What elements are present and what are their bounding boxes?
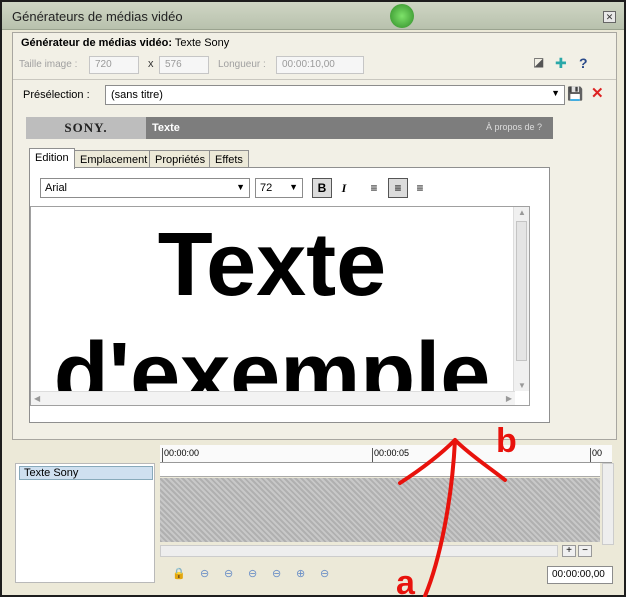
scroll-thumb[interactable] <box>516 221 527 361</box>
last-keyframe-icon[interactable]: ⊖ <box>272 567 281 580</box>
track-item[interactable]: Texte Sony <box>19 466 153 480</box>
preset-row: Présélection : (sans titre) ▼ 💾 ✕ <box>23 85 608 107</box>
align-left-icon[interactable]: ≡ <box>364 178 384 198</box>
image-size-label: Taille image : <box>19 59 78 70</box>
about-link[interactable]: À propos de ? <box>486 122 542 132</box>
time-ruler[interactable]: 00:00:00 00:00:05 00 <box>160 445 612 463</box>
format-toolbar: Arial ▼ 72 ▼ B I ≡ ≡ ≡ <box>40 178 540 200</box>
tab-edition[interactable]: Edition <box>29 148 75 169</box>
edition-tab-content: Arial ▼ 72 ▼ B I ≡ ≡ ≡ Texte d'exemple ▲ <box>29 167 550 423</box>
header-icons: ◪ ✚ ? <box>533 55 603 75</box>
divider <box>13 79 616 80</box>
generator-label-prefix: Générateur de médias vidéo: <box>21 37 172 49</box>
prev-keyframe-icon[interactable]: ⊖ <box>224 567 233 580</box>
zoom-out-button[interactable]: − <box>578 545 592 557</box>
title-bar: Générateurs de médias vidéo ✕ <box>2 2 624 30</box>
plugin-name: Texte <box>152 122 180 134</box>
dimension-separator: x <box>148 58 154 70</box>
align-center-icon[interactable]: ≡ <box>388 178 408 198</box>
timecode-field[interactable]: 00:00:00,00 <box>547 566 613 584</box>
chevron-down-icon: ▼ <box>551 88 560 98</box>
scroll-left-icon[interactable]: ◀ <box>34 394 40 403</box>
size-value: 72 <box>260 182 273 194</box>
dimensions-row: Taille image : 720 x 576 Longueur : 00:0… <box>19 55 609 75</box>
delete-keyframe-icon[interactable]: ⊖ <box>320 567 329 580</box>
ruler-label-start: 00:00:00 <box>164 448 200 458</box>
editor-horizontal-scrollbar[interactable]: ◀ ▶ <box>31 391 515 405</box>
scroll-up-icon[interactable]: ▲ <box>518 208 526 217</box>
preview-icon[interactable]: ◪ <box>533 55 544 69</box>
scroll-down-icon[interactable]: ▼ <box>518 381 526 390</box>
track-list: Texte Sony <box>15 463 155 583</box>
timeline-panel: Texte Sony 00:00:00 00:00:05 00 + − 🔒 ⊖ … <box>12 443 617 593</box>
delete-preset-icon[interactable]: ✕ <box>591 84 604 102</box>
height-field: 576 <box>159 56 209 74</box>
editor-vertical-scrollbar[interactable]: ▲ ▼ <box>513 207 529 391</box>
bold-button[interactable]: B <box>312 178 332 198</box>
font-select[interactable]: Arial ▼ <box>40 178 250 198</box>
window-title: Générateurs de médias vidéo <box>12 9 183 24</box>
timeline-vertical-scrollbar[interactable] <box>602 463 614 545</box>
help-icon[interactable]: ? <box>579 55 588 71</box>
length-label: Longueur : <box>218 59 266 70</box>
chevron-down-icon: ▼ <box>236 182 245 192</box>
save-preset-icon[interactable]: 💾 <box>567 86 583 102</box>
text-editor[interactable]: Texte d'exemple ▲ ▼ ◀ ▶ <box>30 206 530 406</box>
scroll-right-icon[interactable]: ▶ <box>506 394 512 403</box>
tab-strip: Edition Emplacement Propriétés Effets <box>29 148 549 169</box>
generator-panel: Générateur de médias vidéo: Texte Sony T… <box>12 32 617 440</box>
size-select[interactable]: 72 ▼ <box>255 178 303 198</box>
close-button[interactable]: ✕ <box>603 11 616 23</box>
preset-label: Présélection : <box>23 89 90 101</box>
plugin-header: SONY. Texte À propos de ? <box>26 117 553 139</box>
video-media-generators-window: Générateurs de médias vidéo ✕ Générateur… <box>0 0 626 597</box>
align-right-icon[interactable]: ≡ <box>410 178 430 198</box>
generator-label: Générateur de médias vidéo: Texte Sony <box>21 37 229 49</box>
ruler-tick <box>372 448 373 462</box>
next-keyframe-icon[interactable]: ⊖ <box>248 567 257 580</box>
sony-logo: SONY. <box>26 117 146 139</box>
ruler-tick <box>590 448 591 462</box>
zoom-in-button[interactable]: + <box>562 545 576 557</box>
ruler-tick <box>162 448 163 462</box>
plugin-chain-icon[interactable]: ✚ <box>555 55 567 72</box>
track-lane[interactable] <box>160 463 600 477</box>
editor-line-1: Texte <box>157 215 387 315</box>
chevron-down-icon: ▼ <box>289 182 298 192</box>
width-field: 720 <box>89 56 139 74</box>
preset-value: (sans titre) <box>111 89 163 101</box>
green-blob-icon <box>390 4 414 28</box>
length-field[interactable]: 00:00:10,00 <box>276 56 364 74</box>
preset-select[interactable]: (sans titre) ▼ <box>105 85 565 105</box>
ruler-label-mid: 00:00:05 <box>374 448 410 458</box>
italic-button[interactable]: I <box>334 178 354 198</box>
empty-track-area <box>160 478 600 542</box>
lock-icon[interactable]: 🔒 <box>172 567 186 580</box>
timeline-horizontal-scrollbar[interactable] <box>160 545 558 557</box>
keyframe-controls: 🔒 ⊖ ⊖ ⊖ ⊖ ⊕ ⊖ <box>172 567 352 583</box>
ruler-label-end: 00 <box>592 448 603 458</box>
first-keyframe-icon[interactable]: ⊖ <box>200 567 209 580</box>
generator-name: Texte Sony <box>174 37 230 49</box>
font-value: Arial <box>45 182 68 194</box>
add-keyframe-icon[interactable]: ⊕ <box>296 567 305 580</box>
